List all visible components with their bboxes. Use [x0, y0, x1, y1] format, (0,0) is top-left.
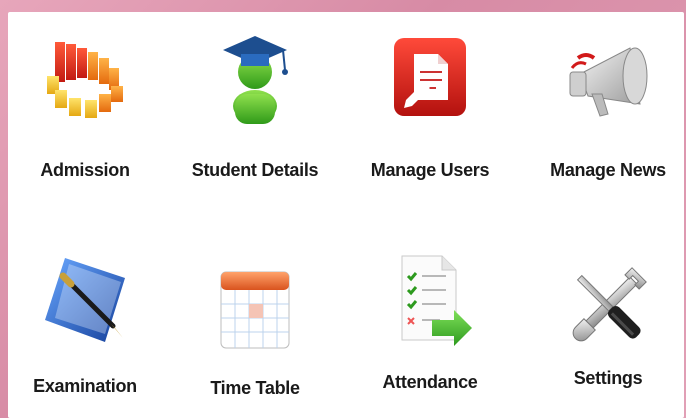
settings-label: Settings: [573, 368, 643, 388]
admission-label: Admission: [40, 160, 130, 180]
student-details-tile[interactable]: Student Details: [180, 24, 330, 180]
megaphone-icon: [558, 34, 658, 134]
manage-users-label: Manage Users: [370, 160, 490, 180]
examination-label: Examination: [33, 376, 137, 396]
edit-document-icon: [380, 30, 480, 130]
graduate-student-icon: [205, 28, 305, 128]
app-frame: Admission Student Details Manage Users M…: [0, 0, 686, 418]
time-table-tile[interactable]: Time Table: [180, 244, 330, 398]
dashboard-panel: Admission Student Details Manage Users M…: [8, 12, 684, 418]
time-table-label: Time Table: [210, 378, 300, 398]
admission-tile[interactable]: Admission: [10, 24, 160, 180]
settings-tile[interactable]: Settings: [533, 244, 683, 394]
attendance-label: Attendance: [382, 372, 478, 392]
attendance-tile[interactable]: Attendance: [355, 244, 505, 394]
manage-users-tile[interactable]: Manage Users: [355, 24, 505, 180]
notebook-pen-icon: [35, 248, 135, 348]
manage-news-label: Manage News: [550, 160, 666, 180]
wrench-screwdriver-icon: [558, 256, 658, 356]
checklist-arrow-icon: [380, 250, 480, 350]
calendar-icon: [205, 260, 305, 360]
bar-chart-ring-icon: [35, 32, 135, 132]
student-details-label: Student Details: [191, 160, 319, 180]
manage-news-tile[interactable]: Manage News: [533, 24, 683, 180]
examination-tile[interactable]: Examination: [10, 244, 160, 396]
